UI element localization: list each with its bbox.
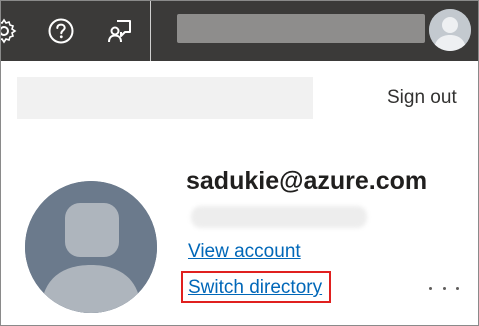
topbar-divider: [150, 1, 151, 61]
sign-out-link[interactable]: Sign out: [387, 87, 457, 109]
switch-directory-link[interactable]: Switch directory: [188, 277, 322, 299]
account-name-redacted: [177, 14, 425, 43]
profile-avatar: [25, 181, 157, 313]
settings-button[interactable]: [1, 14, 21, 48]
question-circle-icon: [48, 18, 74, 44]
ellipsis-icon: [429, 286, 432, 290]
view-account-link[interactable]: View account: [188, 241, 301, 263]
person-placeholder-icon: [25, 181, 157, 313]
top-navigation-bar: [1, 1, 478, 61]
ellipsis-icon: [442, 286, 446, 290]
feedback-person-icon: [108, 20, 131, 43]
account-avatar-button[interactable]: [429, 9, 471, 51]
gear-icon: [1, 18, 17, 44]
ellipsis-icon: [456, 286, 459, 290]
tenant-name-redacted: [17, 77, 313, 119]
avatar-icon: [429, 9, 471, 51]
feedback-button[interactable]: [103, 14, 137, 48]
account-email: sadukie@azure.com: [186, 167, 428, 195]
account-manager-panel: Sign out sadukie@azure.com View account …: [0, 0, 479, 326]
help-button[interactable]: [44, 14, 78, 48]
more-options-button[interactable]: [429, 277, 459, 299]
display-name-redacted: [191, 206, 367, 228]
